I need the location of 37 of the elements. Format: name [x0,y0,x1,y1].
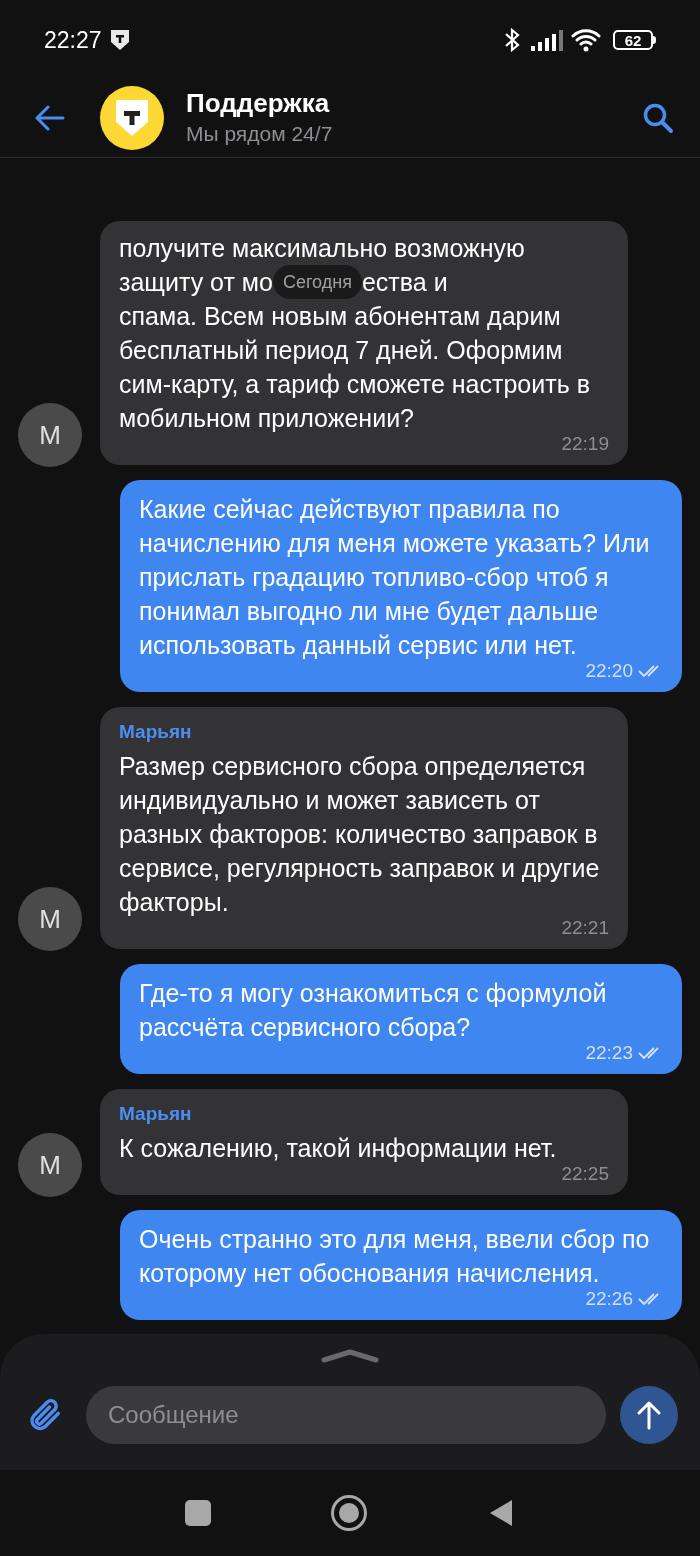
back-arrow-icon [35,104,65,131]
message-text: Где-то я могу ознакомиться с формулой рассчёта сервисного сбора? [139,978,608,1043]
message-text: ества и [361,267,448,298]
signal-icon [531,29,563,51]
recent-apps-button[interactable] [185,1500,211,1526]
shield-logo-icon [114,97,150,138]
message-text: К сожалению, такой информации нет. [119,1133,558,1164]
avatar: М [18,1133,82,1197]
message-time: 22:26 [585,1288,633,1310]
avatar: М [18,403,82,467]
triangle-icon [488,1498,514,1528]
sender-name: Марьян [119,1102,193,1126]
message-input[interactable]: Сообщение [86,1386,606,1444]
search-icon [642,101,674,134]
message-time: 22:19 [561,433,609,455]
message-text: спама. Всем новым абонентам дарим бесплатный период 7 дней. Оформим сим-карту, а тариф сможете настроить в мобильном приложении? [119,301,591,434]
chat-subtitle: Мы рядом 24/7 [186,120,334,147]
expand-handle-icon [320,1348,380,1364]
message-time: 22:23 [585,1042,633,1064]
chat-title: Поддержка [186,86,331,119]
message-text: защиту от мо [119,267,273,298]
message-text: получите максимально возможную [119,233,526,264]
avatar: М [18,887,82,951]
shield-icon [109,29,130,51]
message-text: Размер сервисного сбора определяется индивидуально и может зависеть от разных факторов: количество заправок в сервисе, регулярность заправок и другие факторы. [119,751,601,918]
message-time: 22:25 [561,1163,609,1185]
wifi-icon [571,28,601,52]
home-button[interactable] [331,1495,367,1531]
up-arrow-icon [637,1400,661,1430]
date-chip: Сегодня [272,265,362,299]
status-time: 22:27 [44,25,102,55]
message-time: 22:21 [561,917,609,939]
message-text: Какие сейчас действуют правила по начислению для меня можете указать? Или прислать градацию топливо-сбор чтоб я понимал выгодно ли мне будет дальше использовать данный сервис или нет. [139,494,651,661]
message-time: 22:20 [585,660,633,682]
sender-name: Марьян [119,720,193,744]
message-text: Очень странно это для меня, ввели сбор по которому нет обоснования начисления. [139,1224,651,1289]
battery-indicator: 62 [613,30,656,50]
